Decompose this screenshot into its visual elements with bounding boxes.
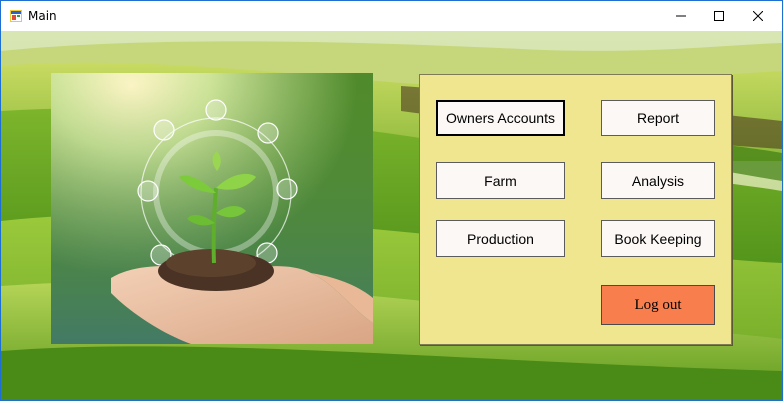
close-button[interactable]: [739, 1, 777, 31]
farm-button[interactable]: Farm: [436, 162, 565, 199]
book-keeping-button[interactable]: Book Keeping: [601, 220, 715, 257]
maximize-icon: [714, 11, 724, 21]
log-out-button[interactable]: Log out: [601, 285, 715, 325]
title-bar[interactable]: Main: [1, 1, 782, 31]
window-title: Main: [28, 9, 57, 23]
analysis-button[interactable]: Analysis: [601, 162, 715, 199]
close-icon: [753, 11, 763, 21]
minimize-icon: [676, 15, 686, 17]
maximize-button[interactable]: [700, 1, 738, 31]
plant-in-hands-icon: [51, 73, 373, 344]
menu-panel: Owners Accounts Report Farm Analysis Pro…: [419, 74, 732, 345]
app-icon: [10, 9, 22, 22]
minimize-button[interactable]: [662, 1, 700, 31]
owners-accounts-button[interactable]: Owners Accounts: [436, 100, 565, 136]
main-window: Main Owners Accounts Report Farm Analysi…: [0, 0, 783, 401]
production-button[interactable]: Production: [436, 220, 565, 257]
report-button[interactable]: Report: [601, 100, 715, 136]
plant-picture: [51, 73, 373, 344]
